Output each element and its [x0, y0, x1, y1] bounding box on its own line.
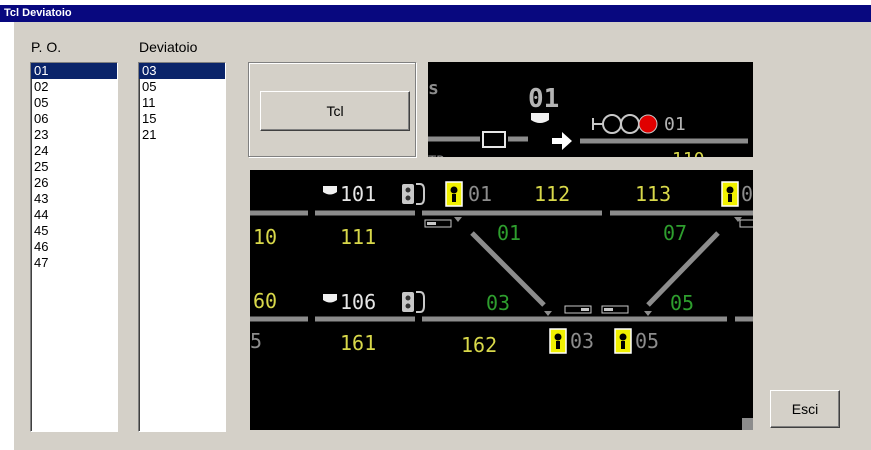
po-list-item[interactable]: 05 [31, 95, 117, 111]
signal-106-bracket [416, 291, 425, 313]
po-list-item[interactable]: 44 [31, 207, 117, 223]
track-schematic-panel: 101 01 112 113 0 10 111 01 07 60 106 03 … [250, 170, 753, 430]
switch-03-point [544, 311, 552, 316]
schematic-corner-marker [742, 418, 753, 430]
signal-03-label: 03 [570, 329, 594, 353]
po-list-item[interactable]: 06 [31, 111, 117, 127]
tcl-command-group: Tcl [248, 62, 416, 157]
signal-05-lamp-dot [619, 333, 627, 341]
deviatoio-list-item[interactable]: 21 [139, 127, 225, 143]
po-list-item[interactable]: 45 [31, 223, 117, 239]
track-10-label: 10 [253, 225, 277, 249]
po-list-item[interactable]: 23 [31, 127, 117, 143]
signal-101-bracket [416, 183, 425, 205]
deviatoio-list-item[interactable]: 15 [139, 111, 225, 127]
signal-106-label: 106 [340, 290, 376, 314]
po-list-item[interactable]: 01 [31, 63, 117, 79]
po-list-item[interactable]: 47 [31, 255, 117, 271]
po-list-item[interactable]: 43 [31, 191, 117, 207]
switch-03-detector-fill [581, 308, 589, 311]
preview-lamp-2-icon [620, 114, 640, 134]
esci-button[interactable]: Esci [770, 390, 840, 428]
signal-106-lamp-dot-2 [405, 303, 411, 309]
signal-0-lamp-dot [726, 186, 734, 194]
tcl-button[interactable]: Tcl [260, 91, 410, 131]
switch-07-detector-icon [739, 219, 753, 228]
switch-03-label: 03 [486, 291, 510, 315]
signal-05-post [621, 341, 625, 349]
po-list-item[interactable]: 24 [31, 143, 117, 159]
signal-01-lamp-dot [450, 186, 458, 194]
signal-106-head-icon [323, 294, 337, 303]
window-title: Tcl Deviatoio [4, 7, 72, 19]
preview-lamp-red-icon [638, 114, 658, 134]
title-bar: Tcl Deviatoio [0, 5, 871, 22]
po-list-item[interactable]: 46 [31, 239, 117, 255]
signal-preview-panel: s 01 01 TR 110 [428, 62, 753, 157]
signal-101-label: 101 [340, 182, 376, 206]
preview-bottom-left-text: TR [428, 154, 445, 157]
deviatoio-list-item[interactable]: 05 [139, 79, 225, 95]
track-schematic-drawing: 101 01 112 113 0 10 111 01 07 60 106 03 … [250, 181, 753, 430]
signal-03-lamp-dot [554, 333, 562, 341]
signal-106-lamp-icon [402, 292, 414, 312]
po-label: P. O. [31, 39, 62, 55]
signal-0-post [728, 194, 732, 202]
track-161-label: 161 [340, 331, 376, 355]
dialog-client-area: P. O. Deviatoio 01 02 05 06 23 24 25 26 43 44 45 46… [14, 22, 871, 450]
preview-track-circuit-box [482, 131, 506, 148]
deviatoio-listbox[interactable]: 03 05 11 15 21 [138, 62, 226, 432]
track-5-label: 5 [250, 329, 262, 353]
track-112-label: 112 [534, 182, 570, 206]
signal-01-post [452, 194, 456, 202]
preview-bottom-right-text: 110 [672, 149, 705, 157]
signal-preview-drawing: s 01 01 TR 110 [428, 78, 748, 157]
preview-lamp-1-icon [602, 114, 622, 134]
deviatoio-list-item[interactable]: 03 [139, 63, 225, 79]
switch-05-point [644, 311, 652, 316]
signal-101-lamp-dot-2 [405, 195, 411, 201]
track-60-label: 60 [253, 289, 277, 313]
preview-signal-number: 01 [528, 84, 559, 114]
signal-05-label: 05 [635, 329, 659, 353]
signal-101-head-icon [323, 186, 337, 195]
po-list-item[interactable]: 26 [31, 175, 117, 191]
track-113-label: 113 [635, 182, 671, 206]
signal-101-lamp-dot-1 [405, 187, 411, 193]
track-162-label: 162 [461, 333, 497, 357]
po-list-item[interactable]: 02 [31, 79, 117, 95]
signal-101-lamp-icon [402, 184, 414, 204]
signal-03-post [556, 341, 560, 349]
track-111-label: 111 [340, 225, 376, 249]
tcl-deviatoio-window: Tcl Deviatoio P. O. Deviatoio 01 02 05 06 23… [0, 0, 871, 450]
signal-106-lamp-dot-1 [405, 295, 411, 301]
signal-01-label: 01 [468, 182, 492, 206]
po-listbox[interactable]: 01 02 05 06 23 24 25 26 43 44 45 46 47 [30, 62, 118, 432]
switch-07-label: 07 [663, 221, 687, 245]
switch-01-label: 01 [497, 221, 521, 245]
switch-05-detector-fill [604, 308, 613, 311]
switch-05-label: 05 [670, 291, 694, 315]
switch-01-point [454, 217, 462, 222]
signal-0-label: 0 [741, 182, 753, 206]
preview-signal-label: 01 [664, 114, 686, 135]
preview-signal-head-icon [531, 113, 549, 123]
po-list-item[interactable]: 25 [31, 159, 117, 175]
preview-arrow-icon [552, 132, 572, 150]
preview-corner-text: s [428, 78, 439, 99]
deviatoio-list-item[interactable]: 11 [139, 95, 225, 111]
deviatoio-label: Deviatoio [139, 39, 198, 55]
switch-01-detector-fill [427, 222, 436, 225]
